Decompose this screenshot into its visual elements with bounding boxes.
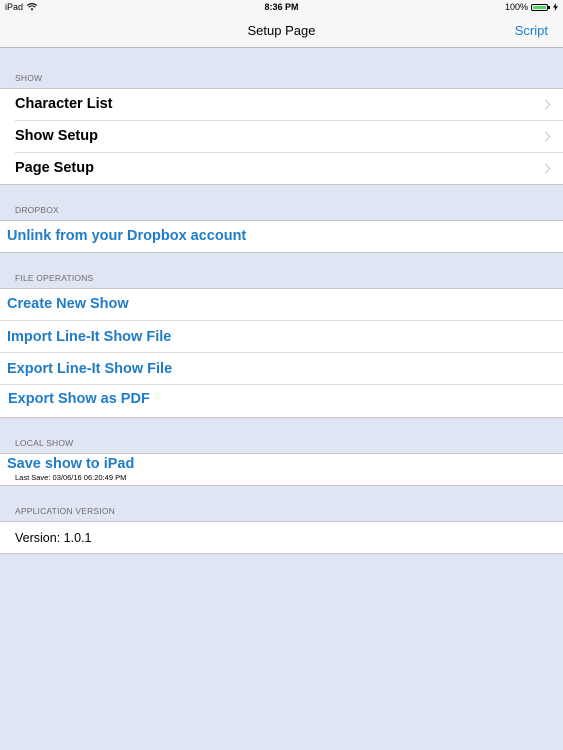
show-group: Character List Show Setup Page Setup <box>0 88 563 185</box>
section-header-application-version: APPLICATION VERSION <box>15 506 115 516</box>
script-button[interactable]: Script <box>515 23 548 38</box>
chevron-right-icon <box>540 131 551 142</box>
application-version-group: Version: 1.0.1 <box>0 521 563 554</box>
create-new-show-row[interactable]: Create New Show <box>0 289 563 321</box>
section-header-show: SHOW <box>15 73 43 83</box>
section-header-dropbox: DROPBOX <box>15 205 59 215</box>
chevron-right-icon <box>540 99 551 110</box>
character-list-row[interactable]: Character List <box>0 89 563 121</box>
battery-level <box>533 5 546 9</box>
export-show-button[interactable]: Export Line-It Show File <box>7 361 172 377</box>
status-time: 8:36 PM <box>264 2 299 12</box>
save-show-row[interactable]: Save show to iPad Last Save: 03/06/16 06… <box>0 454 563 485</box>
import-show-button[interactable]: Import Line-It Show File <box>7 329 171 345</box>
battery-icon <box>531 3 550 11</box>
show-setup-label: Show Setup <box>15 128 98 144</box>
page-setup-label: Page Setup <box>15 160 94 176</box>
page-setup-row[interactable]: Page Setup <box>0 153 563 184</box>
page-title: Setup Page <box>247 23 316 38</box>
chevron-right-icon <box>540 163 551 174</box>
status-right: 100% <box>505 2 558 12</box>
version-row: Version: 1.0.1 <box>0 522 563 553</box>
unlink-dropbox-row[interactable]: Unlink from your Dropbox account <box>0 221 563 252</box>
section-header-file-operations: FILE OPERATIONS <box>15 273 94 283</box>
file-operations-group: Create New Show Import Line-It Show File… <box>0 288 563 418</box>
status-bar: iPad 8:36 PM 100% <box>0 0 563 16</box>
version-text: Version: 1.0.1 <box>15 531 92 545</box>
bolt-icon <box>553 3 558 11</box>
battery-percent: 100% <box>504 2 528 12</box>
import-show-row[interactable]: Import Line-It Show File <box>0 321 563 353</box>
save-show-button[interactable]: Save show to iPad <box>7 456 134 472</box>
section-header-local-show: LOCAL SHOW <box>15 438 74 448</box>
show-setup-row[interactable]: Show Setup <box>0 121 563 153</box>
export-pdf-button[interactable]: Export Show as PDF <box>8 391 150 407</box>
export-pdf-row[interactable]: Export Show as PDF <box>0 385 563 417</box>
last-save-text: Last Save: 03/06/16 06:20:49 PM <box>15 473 127 482</box>
character-list-label: Character List <box>15 96 113 112</box>
export-show-row[interactable]: Export Line-It Show File <box>0 353 563 385</box>
navigation-bar: Setup Page Script <box>0 16 563 48</box>
dropbox-group: Unlink from your Dropbox account <box>0 220 563 253</box>
unlink-dropbox-button[interactable]: Unlink from your Dropbox account <box>7 228 246 244</box>
local-show-group: Save show to iPad Last Save: 03/06/16 06… <box>0 453 563 486</box>
create-new-show-button[interactable]: Create New Show <box>7 296 129 312</box>
